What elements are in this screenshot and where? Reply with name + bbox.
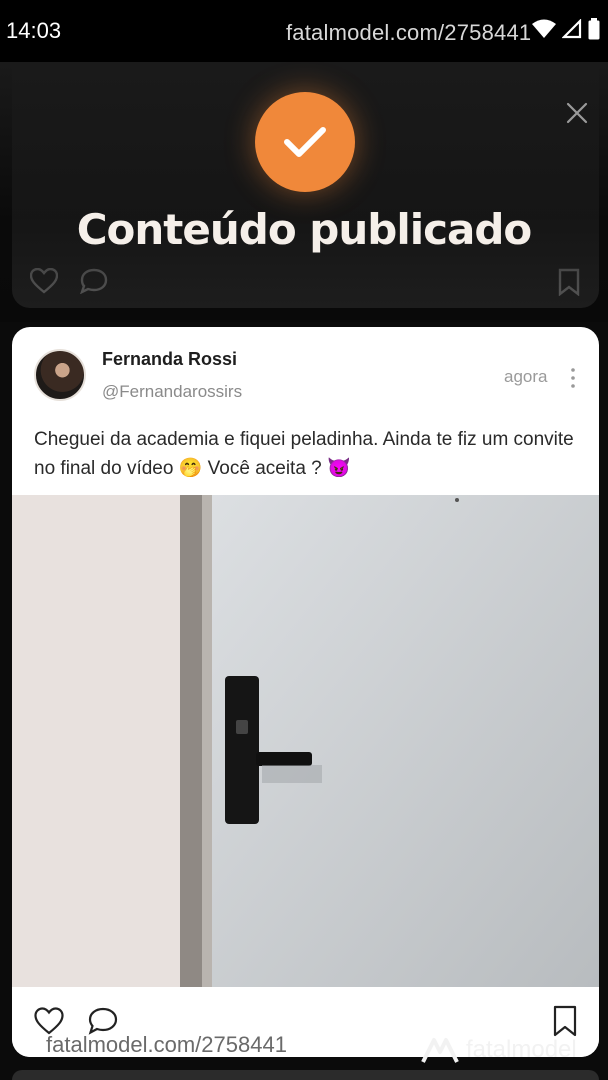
success-badge — [255, 92, 355, 192]
close-icon — [566, 102, 588, 124]
fatalmodel-logo-icon — [421, 1038, 459, 1063]
status-bar: 14:03 fatalmodel.com/2758441 — [0, 0, 608, 62]
battery-icon — [588, 18, 600, 40]
check-icon — [284, 127, 326, 157]
author-name[interactable]: Fernanda Rossi — [102, 349, 237, 370]
post-timestamp: agora — [504, 367, 548, 386]
comment-icon — [88, 1007, 118, 1035]
heart-icon — [34, 1007, 64, 1035]
wifi-icon — [532, 19, 556, 39]
bookmark-icon — [553, 1005, 577, 1037]
more-options-button[interactable] — [568, 367, 578, 389]
signal-icon — [562, 19, 582, 39]
watermark-brand: fatalmodel — [466, 1036, 577, 1063]
status-icons — [532, 18, 600, 40]
status-time: 14:03 — [6, 18, 62, 43]
door-image — [12, 495, 599, 987]
watermark-logo: fatalmodel — [420, 1036, 577, 1064]
status-watermark-url: fatalmodel.com/2758441 — [286, 20, 532, 45]
next-post-card-edge — [12, 1070, 599, 1080]
more-vertical-icon — [571, 368, 575, 388]
post-text: Cheguei da academia e fiquei peladinha. … — [34, 429, 574, 479]
post-video[interactable] — [12, 495, 599, 987]
watermark-url: fatalmodel.com/2758441 — [46, 1032, 287, 1057]
success-title: Conteúdo publicado — [76, 205, 533, 254]
close-button[interactable] — [562, 98, 592, 128]
post-card: Fernanda Rossi @Fernandarossirs agora Ch… — [12, 327, 599, 1057]
avatar[interactable] — [34, 349, 86, 401]
author-handle[interactable]: @Fernandarossirs — [102, 382, 242, 402]
